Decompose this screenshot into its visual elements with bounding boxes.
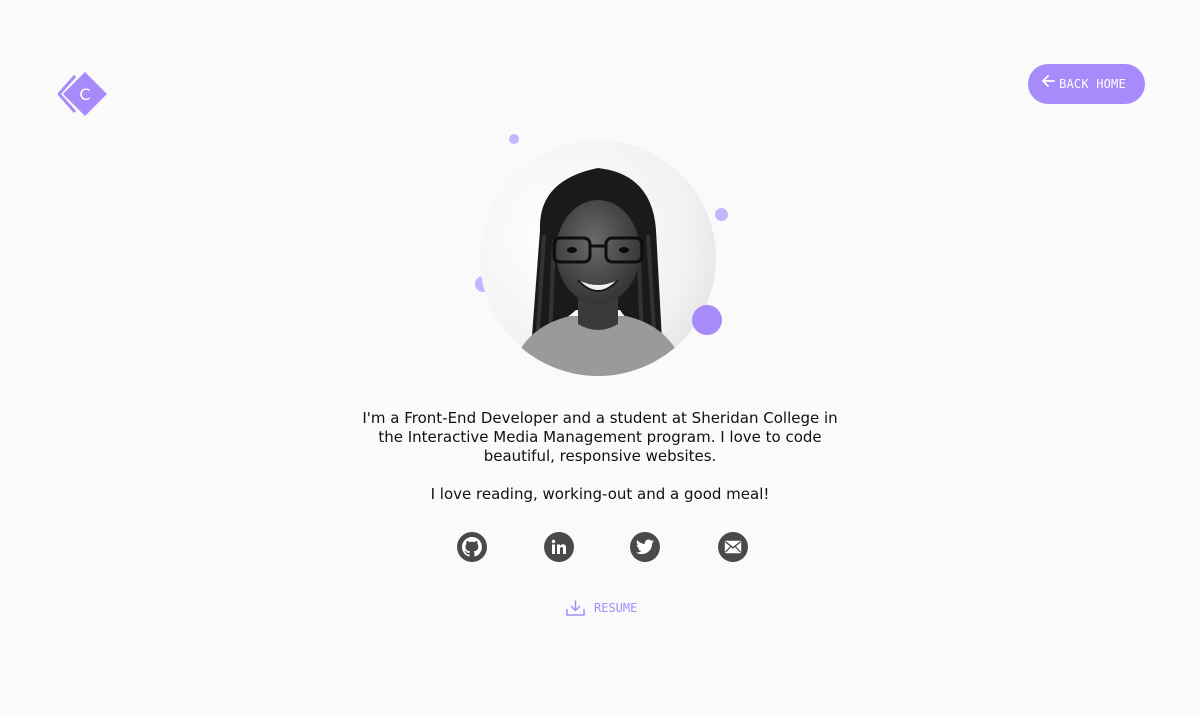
back-home-button[interactable]: BACK HOME: [1028, 64, 1145, 104]
download-icon: [566, 600, 585, 616]
logo[interactable]: C: [57, 70, 110, 118]
back-home-label: BACK HOME: [1059, 77, 1126, 91]
resume-link[interactable]: RESUME: [566, 597, 637, 619]
email-link[interactable]: [718, 532, 748, 562]
github-icon: [462, 537, 482, 557]
avatar: [480, 140, 716, 376]
about-page: C BACK HOME I'm a Front-End Developer an…: [0, 0, 1200, 716]
decorative-dot: [692, 305, 722, 335]
twitter-icon: [636, 539, 654, 555]
linkedin-icon: [551, 539, 566, 554]
social-links: [0, 532, 1200, 564]
decorative-dot: [715, 208, 728, 221]
linkedin-link[interactable]: [544, 532, 574, 562]
github-link[interactable]: [457, 532, 487, 562]
bio-paragraph: I love reading, working-out and a good m…: [430, 485, 770, 503]
profile-photo: [480, 140, 716, 376]
logo-letter: C: [79, 85, 90, 104]
bio-paragraph: I'm a Front-End Developer and a student …: [362, 409, 838, 465]
bio: I'm a Front-End Developer and a student …: [350, 409, 850, 504]
resume-label: RESUME: [594, 601, 638, 615]
twitter-link[interactable]: [630, 532, 660, 562]
email-icon: [724, 540, 742, 554]
arrow-left-icon: [1041, 74, 1055, 88]
